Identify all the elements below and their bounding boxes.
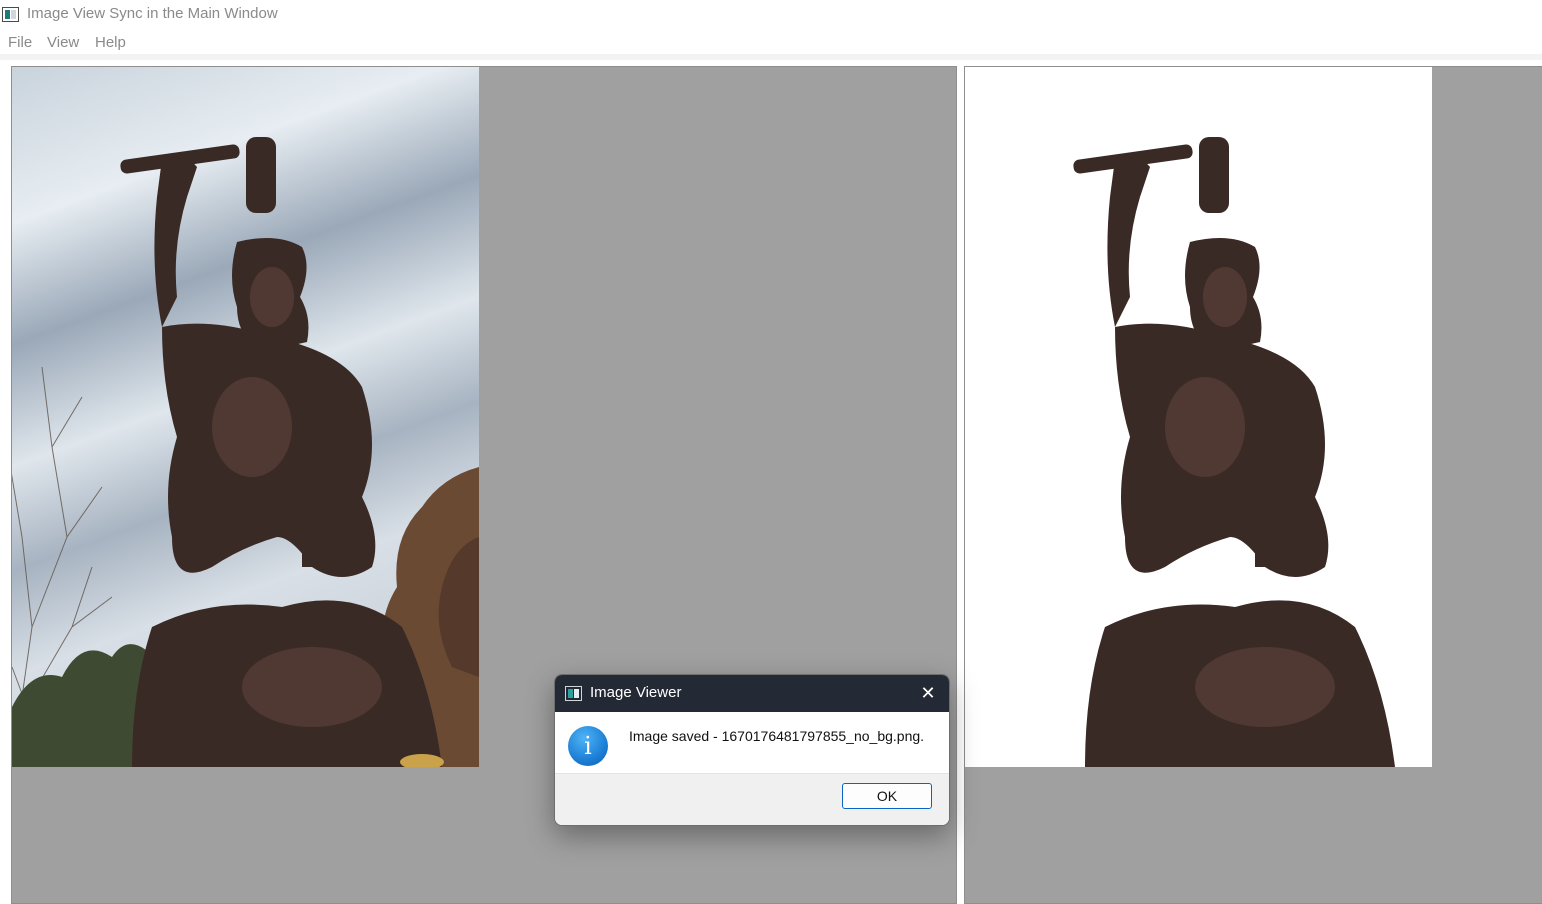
statue-photo-graphic (12, 137, 479, 767)
dialog-app-icon (565, 686, 582, 701)
window-title: Image View Sync in the Main Window (27, 5, 278, 22)
window-titlebar: Image View Sync in the Main Window (0, 0, 1542, 30)
app-window-icon (2, 7, 19, 22)
statue-cutout-graphic (1073, 137, 1395, 767)
original-image (12, 67, 479, 767)
dialog-message: Image saved - 1670176481797855_no_bg.png… (629, 728, 925, 744)
dialog-title: Image Viewer (590, 684, 682, 701)
ok-button[interactable]: OK (842, 783, 932, 809)
menu-view[interactable]: View (47, 34, 79, 51)
image-saved-dialog: Image Viewer ✕ i Image saved - 167017648… (554, 674, 950, 826)
info-icon: i (568, 726, 608, 766)
close-icon[interactable]: ✕ (915, 680, 941, 706)
menu-file[interactable]: File (8, 34, 32, 51)
menubar: File View Help (0, 30, 1542, 54)
menu-help[interactable]: Help (95, 34, 126, 51)
background-removed-image (965, 67, 1432, 767)
menubar-divider (0, 54, 1542, 60)
image-view-right[interactable] (964, 66, 1542, 904)
dialog-titlebar: Image Viewer ✕ (555, 675, 949, 712)
